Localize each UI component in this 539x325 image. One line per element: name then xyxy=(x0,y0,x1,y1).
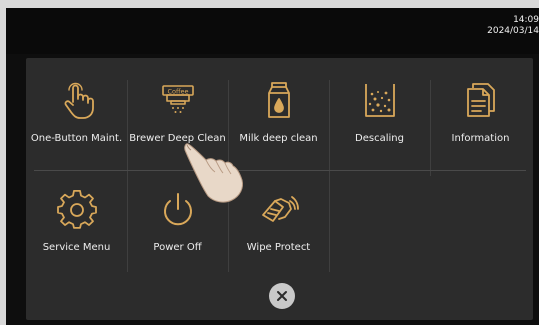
time-text: 14:09 xyxy=(513,15,539,25)
menu-item-wipe-protect[interactable]: Wipe Protect xyxy=(228,171,329,281)
close-button[interactable] xyxy=(269,283,295,309)
menu-item-descaling[interactable]: Descaling xyxy=(329,58,430,168)
descaling-beaker-icon xyxy=(360,80,400,120)
menu-item-service-menu[interactable]: Service Menu xyxy=(26,171,127,281)
date-text: 2024/03/14 xyxy=(487,26,539,36)
milk-carton-icon xyxy=(259,80,299,120)
menu-item-milk-deep-clean[interactable]: Milk deep clean xyxy=(228,58,329,168)
status-bar: 14:09 2024/03/14 xyxy=(6,8,539,54)
menu-item-label: Descaling xyxy=(355,133,404,144)
maintenance-menu-panel: One-Button Maint. Coffee Brewer Deep Cle… xyxy=(26,58,533,320)
menu-item-brewer-deep-clean[interactable]: Coffee Brewer Deep Clean xyxy=(127,58,228,168)
clock: 14:09 2024/03/14 xyxy=(487,15,539,37)
power-icon xyxy=(158,191,198,231)
gear-icon xyxy=(56,189,97,231)
menu-item-label: Brewer Deep Clean xyxy=(129,133,226,144)
menu-item-label: Power Off xyxy=(153,242,202,253)
menu-item-label: Service Menu xyxy=(42,242,111,253)
coffee-brewer-icon: Coffee xyxy=(158,80,198,120)
menu-item-label: Information xyxy=(451,133,510,144)
menu-item-label: Milk deep clean xyxy=(239,133,318,144)
documents-icon xyxy=(461,80,501,120)
menu-item-label: One-Button Maint. xyxy=(30,133,123,144)
menu-item-label: Wipe Protect xyxy=(246,242,311,253)
close-icon xyxy=(277,291,287,301)
menu-item-one-button-maint[interactable]: One-Button Maint. xyxy=(26,58,127,168)
menu-item-information[interactable]: Information xyxy=(430,58,531,168)
wipe-hand-icon xyxy=(259,191,299,231)
touch-screen: 14:09 2024/03/14 One-Button Maint. Coffe… xyxy=(6,8,539,325)
menu-item-power-off[interactable]: Power Off xyxy=(127,171,228,281)
tap-finger-icon xyxy=(57,80,97,120)
